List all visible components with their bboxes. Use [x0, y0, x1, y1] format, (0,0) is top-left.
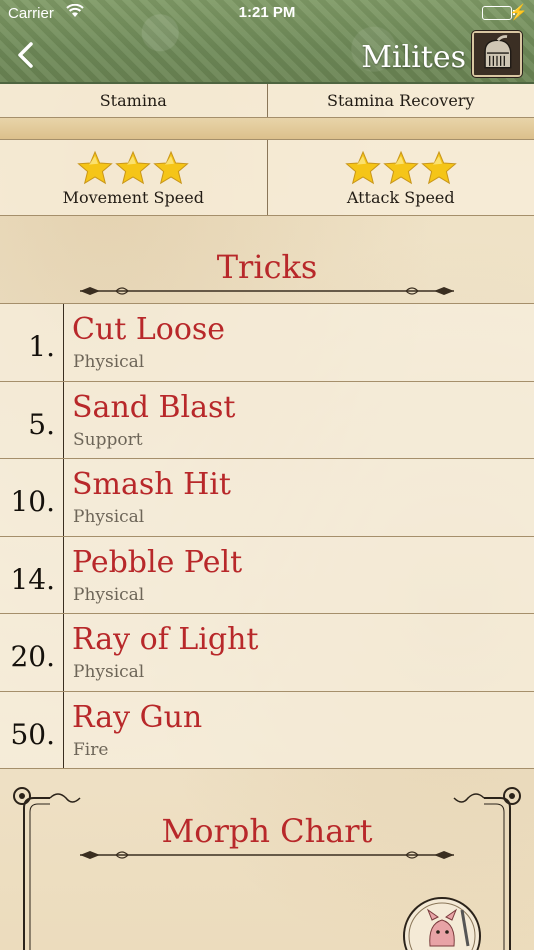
star-rating: [0, 140, 267, 188]
divider-band: [0, 118, 534, 140]
stat-row-speed: Movement Speed Attack Speed: [0, 140, 534, 216]
tricks-list: 1. Cut Loose Physical 5. Sand Blast Support 10…: [0, 303, 534, 769]
trick-row[interactable]: 20. Ray of Light Physical: [0, 614, 534, 692]
star-icon: [77, 150, 114, 185]
trick-name: Ray Gun: [72, 699, 203, 735]
trick-type: Physical: [73, 662, 145, 682]
trick-level: 50.: [0, 691, 64, 768]
trick-name: Ray of Light: [72, 622, 259, 657]
trick-name: Pebble Pelt: [72, 544, 243, 580]
trick-level: 1.: [0, 304, 64, 381]
stat-stamina-recovery: Stamina Recovery: [266, 84, 534, 117]
star-icon: [344, 150, 381, 185]
trick-type: Physical: [73, 507, 145, 527]
trick-name: Cut Loose: [72, 312, 226, 347]
star-icon: [420, 150, 457, 185]
trick-row[interactable]: 14. Pebble Pelt Physical: [0, 536, 534, 614]
star-icon: [382, 150, 419, 185]
stat-attack-speed: Attack Speed: [266, 140, 534, 215]
trick-level: 14.: [0, 536, 64, 613]
nav-bar: Carrier 1:21 PM ⚡ Milites: [0, 0, 534, 84]
trick-level: 5.: [0, 381, 64, 458]
stat-row-stamina: Stamina Stamina Recovery: [0, 84, 534, 118]
trick-type: Fire: [73, 739, 109, 760]
star-icon: [115, 150, 152, 185]
star-rating: [268, 140, 534, 188]
trick-name: Sand Blast: [72, 389, 236, 425]
section-title-tricks: Tricks: [216, 248, 318, 286]
stat-movement-speed: Movement Speed: [0, 140, 267, 215]
trick-type: Physical: [73, 352, 145, 372]
trick-type: Physical: [73, 584, 145, 605]
flourish-divider: [80, 287, 454, 295]
morph-chart-frame: [13, 787, 521, 950]
knight-helmet-icon: [472, 31, 522, 77]
trick-level: 10.: [0, 459, 64, 536]
status-bar: Carrier 1:21 PM ⚡: [0, 0, 534, 28]
trick-name: Smash Hit: [72, 467, 231, 502]
back-button[interactable]: [14, 40, 40, 70]
star-icon: [153, 150, 190, 185]
chevron-left-icon: [18, 42, 33, 68]
clock: 1:21 PM: [238, 4, 296, 21]
stat-stamina: Stamina: [99, 91, 167, 110]
trick-row[interactable]: 10. Smash Hit Physical: [0, 459, 534, 537]
charging-icon: ⚡: [509, 4, 528, 21]
stat-label: Movement Speed: [62, 188, 204, 207]
trick-row[interactable]: 50. Ray Gun Fire: [0, 691, 534, 769]
pink-creature-icon[interactable]: [403, 897, 481, 950]
battery-icon: [482, 6, 515, 20]
page-title: Milites: [361, 40, 466, 75]
trick-level: 20.: [0, 614, 64, 691]
trick-row[interactable]: 1. Cut Loose Physical: [0, 304, 534, 382]
stat-label: Attack Speed: [346, 188, 455, 207]
trick-type: Support: [73, 429, 143, 450]
trick-row[interactable]: 5. Sand Blast Support: [0, 381, 534, 459]
